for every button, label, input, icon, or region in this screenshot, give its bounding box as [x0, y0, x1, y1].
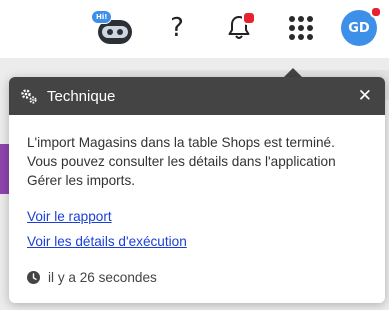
avatar-status-dot — [370, 6, 382, 18]
notification-message: L'import Magasins dans la table Shops es… — [27, 135, 336, 188]
timestamp: il y a 26 secondes — [48, 270, 157, 285]
view-execution-details-link[interactable]: Voir les détails d'exécution — [27, 229, 367, 254]
assistant-badge: Hi! — [91, 10, 113, 24]
help-button[interactable]: ? — [155, 6, 199, 50]
avatar-initials: GD — [348, 20, 370, 36]
notification-links: Voir le rapport Voir les détails d'exécu… — [27, 204, 367, 254]
notification-category: Technique — [47, 87, 116, 105]
assistant-button[interactable]: Hi! — [91, 6, 137, 50]
notifications-button[interactable] — [217, 6, 261, 50]
question-mark-icon: ? — [170, 13, 184, 43]
gears-icon — [21, 89, 37, 104]
view-report-link[interactable]: Voir le rapport — [27, 204, 367, 229]
notification-header: Technique ✕ — [9, 77, 385, 115]
notification-popover: Technique ✕ L'import Magasins dans la ta… — [9, 77, 385, 303]
clock-icon — [27, 271, 40, 284]
notification-body: L'import Magasins dans la table Shops es… — [9, 115, 385, 285]
app-grid-icon — [289, 16, 313, 40]
top-bar: Hi! ? GD — [0, 0, 389, 58]
user-avatar[interactable]: GD — [341, 6, 382, 46]
apps-menu-button[interactable] — [279, 6, 323, 50]
close-button[interactable]: ✕ — [355, 87, 375, 105]
notification-dot — [242, 11, 256, 25]
notification-time: il y a 26 secondes — [27, 270, 367, 285]
